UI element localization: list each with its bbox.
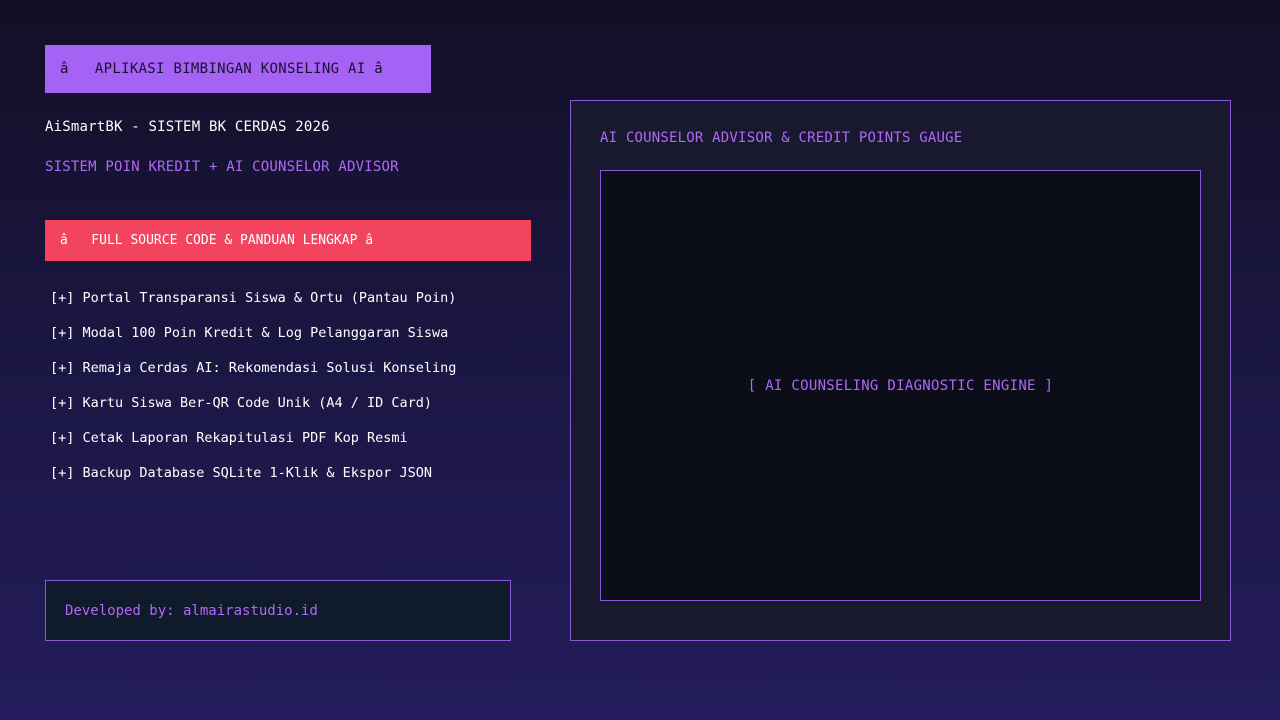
developer-credit-text: Developed by: almairastudio.id xyxy=(65,602,318,619)
app-title-banner: â APLIKASI BIMBINGAN KONSELING AI â xyxy=(45,45,431,93)
developer-credit-box: Developed by: almairastudio.id xyxy=(45,580,511,641)
diagnostic-engine-label: [ AI COUNSELING DIAGNOSTIC ENGINE ] xyxy=(747,377,1054,394)
feature-item-portal: [+] Portal Transparansi Siswa & Ortu (Pa… xyxy=(50,290,457,306)
feature-item-ai-recommendation: [+] Remaja Cerdas AI: Rekomendasi Solusi… xyxy=(50,360,457,376)
feature-item-backup: [+] Backup Database SQLite 1-Klik & Eksp… xyxy=(50,465,433,481)
diagnostic-engine-area: [ AI COUNSELING DIAGNOSTIC ENGINE ] xyxy=(600,170,1201,601)
feature-item-credit-points: [+] Modal 100 Poin Kredit & Log Pelangga… xyxy=(50,325,449,341)
feature-item-qr-card: [+] Kartu Siswa Ber-QR Code Unik (A4 / I… xyxy=(50,395,433,411)
app-subtitle: AiSmartBK - SISTEM BK CERDAS 2026 xyxy=(45,119,330,135)
advisor-panel: AI COUNSELOR ADVISOR & CREDIT POINTS GAU… xyxy=(570,100,1231,641)
source-code-cta-banner[interactable]: â FULL SOURCE CODE & PANDUAN LENGKAP â xyxy=(45,220,531,261)
feature-list: [+] Portal Transparansi Siswa & Ortu (Pa… xyxy=(50,289,456,499)
advisor-panel-title: AI COUNSELOR ADVISOR & CREDIT POINTS GAU… xyxy=(600,130,963,146)
app-tagline: SISTEM POIN KREDIT + AI COUNSELOR ADVISO… xyxy=(45,159,399,175)
feature-item-pdf-report: [+] Cetak Laporan Rekapitulasi PDF Kop R… xyxy=(50,430,408,446)
